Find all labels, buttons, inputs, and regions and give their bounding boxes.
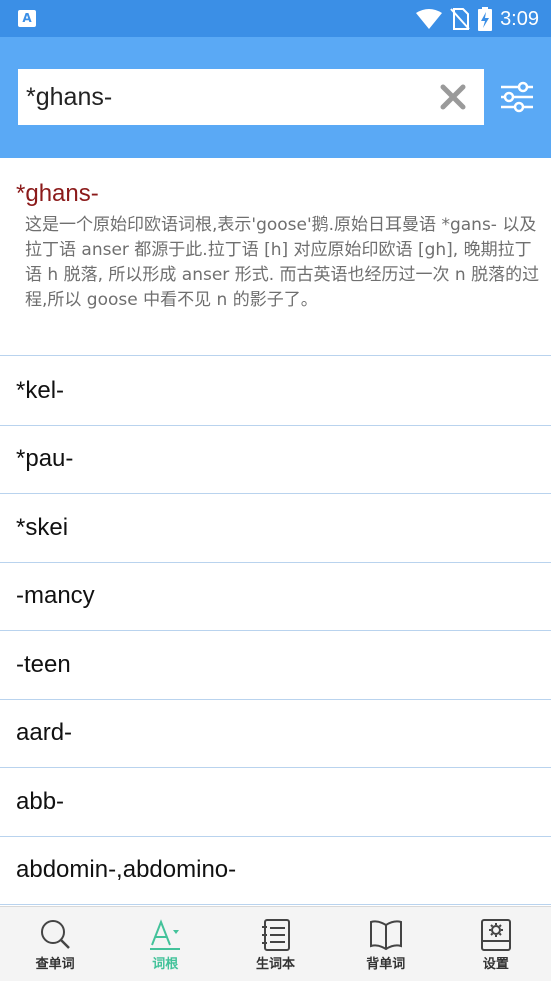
clear-icon[interactable]: [438, 82, 468, 112]
battery-charging-icon: [478, 7, 493, 31]
search-input[interactable]: [26, 69, 426, 125]
nav-label-memorize: 背单词: [366, 957, 406, 972]
wifi-icon: [416, 9, 443, 29]
root-list: *kel- *pau- *skei -mancy -teen aard- abb…: [0, 357, 551, 905]
app-notification-icon: A: [18, 10, 36, 27]
filter-settings-icon[interactable]: [499, 79, 535, 115]
nav-label-settings: 设置: [482, 957, 509, 972]
featured-entry[interactable]: *ghans- 这是一个原始印欧语词根,表示'goose'鹅.原始日耳曼语 *g…: [0, 158, 551, 356]
nav-label-search: 查单词: [35, 957, 75, 972]
no-sim-icon: [450, 8, 470, 30]
list-item[interactable]: -teen: [0, 631, 551, 700]
status-time: 3:09: [500, 8, 539, 30]
notebook-icon: [261, 919, 290, 951]
bottom-nav: 查单词 词根 生词本 背单词 设置: [0, 906, 551, 981]
app-icon-letter: A: [22, 11, 32, 25]
search-icon: [41, 920, 70, 949]
list-item[interactable]: aard-: [0, 700, 551, 768]
featured-description: 这是一个原始印欧语词根,表示'goose'鹅.原始日耳曼语 *gans- 以及拉…: [25, 215, 540, 310]
nav-label-roots: 词根: [152, 957, 179, 972]
search-header: [0, 37, 551, 158]
root-letter-icon: [150, 919, 181, 950]
list-item[interactable]: abdomin-,abdomino-: [0, 837, 551, 905]
book-icon: [369, 920, 402, 951]
nav-item-memorize[interactable]: 背单词: [331, 907, 441, 981]
nav-item-settings[interactable]: 设置: [441, 907, 551, 981]
nav-label-wordbook: 生词本: [256, 957, 296, 972]
settings-icon: [480, 919, 511, 951]
list-item[interactable]: *skei: [0, 494, 551, 563]
search-box[interactable]: [18, 69, 484, 125]
status-bar: A 3:09: [0, 0, 551, 37]
list-item[interactable]: *pau-: [0, 426, 551, 494]
nav-item-wordbook[interactable]: 生词本: [220, 907, 330, 981]
system-icons: 3:09: [416, 6, 539, 32]
nav-item-roots[interactable]: 词根: [110, 907, 220, 981]
featured-term: *ghans-: [16, 180, 99, 207]
nav-item-search[interactable]: 查单词: [0, 907, 110, 981]
list-item[interactable]: abb-: [0, 768, 551, 837]
list-item[interactable]: *kel-: [0, 357, 551, 426]
list-item[interactable]: -mancy: [0, 563, 551, 631]
